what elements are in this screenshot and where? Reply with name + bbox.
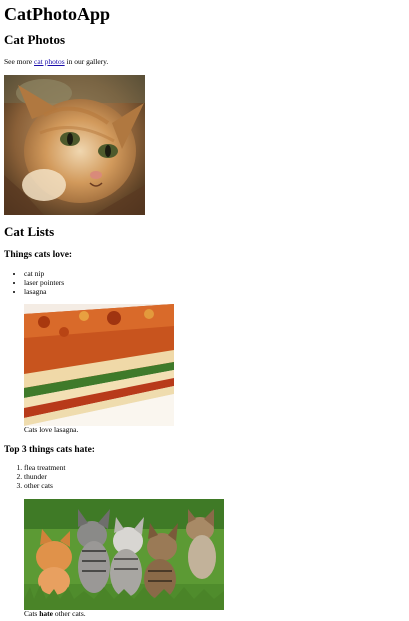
gallery-intro-prefix: See more xyxy=(4,57,34,66)
list-item: other cats xyxy=(24,481,65,490)
list-item: thunder xyxy=(24,472,65,481)
kittens-photo xyxy=(24,499,224,610)
page-title: CatPhotoApp xyxy=(4,4,111,24)
kitten-photo-graphic xyxy=(4,75,145,215)
cat-photos-link[interactable]: cat photos xyxy=(34,57,65,66)
kittens-caption: Cats hate other cats. xyxy=(24,609,86,619)
kittens-caption-emphasis: hate xyxy=(39,609,53,618)
cat-photos-heading: Cat Photos xyxy=(4,32,66,47)
cats-love-list: cat nip laser pointers lasagna xyxy=(4,269,64,296)
kitten-photo[interactable] xyxy=(4,75,145,215)
lasagna-caption: Cats love lasagna. xyxy=(24,425,79,434)
things-cats-love-heading: Things cats love: xyxy=(4,250,73,260)
cat-lists-heading: Cat Lists xyxy=(4,224,55,239)
gallery-intro: See more cat photos in our gallery. xyxy=(4,57,108,67)
cats-hate-list: flea treatment thunder other cats xyxy=(4,463,65,490)
list-item: cat nip xyxy=(24,269,64,278)
list-item: flea treatment xyxy=(24,463,65,472)
gallery-intro-suffix: in our gallery. xyxy=(64,57,109,66)
list-item: laser pointers xyxy=(24,278,64,287)
kittens-caption-suffix: other cats. xyxy=(52,609,86,618)
lasagna-photo-graphic xyxy=(24,304,174,426)
things-cats-hate-heading: Top 3 things cats hate: xyxy=(4,445,95,455)
kittens-caption-prefix: Cats xyxy=(24,609,40,618)
kittens-photo-graphic xyxy=(24,499,224,610)
lasagna-photo xyxy=(24,304,174,426)
list-item: lasagna xyxy=(24,287,64,296)
